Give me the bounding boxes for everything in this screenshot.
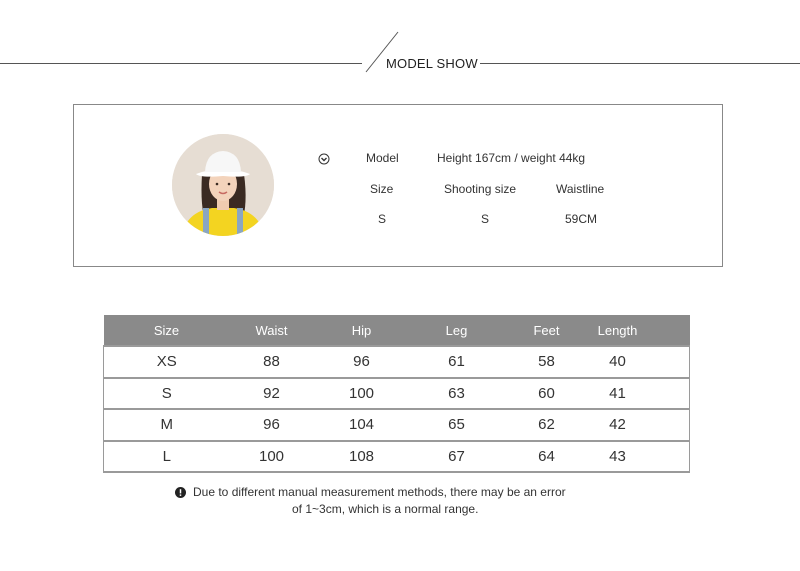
- cell-spacer: [645, 345, 690, 378]
- cell-waist: 88: [229, 345, 314, 378]
- column-header-length: Length: [589, 315, 646, 346]
- model-measurements: Height 167cm / weight 44kg: [437, 151, 586, 165]
- cell-waist: 100: [229, 439, 314, 473]
- cell-feet: 60: [503, 376, 590, 409]
- column-header-hip: Hip: [313, 315, 410, 346]
- cell-leg: 61: [409, 345, 504, 378]
- size-chart-table: Size Waist Hip Leg Feet Length XS 88 96 …: [103, 315, 690, 473]
- table-row: XS 88 96 61 58 40: [103, 345, 690, 378]
- cell-length: 43: [589, 439, 646, 473]
- column-header-spacer: [645, 315, 690, 346]
- cell-hip: 96: [313, 345, 410, 378]
- table-header-row: Size Waist Hip Leg Feet Length: [103, 315, 690, 346]
- cell-spacer: [645, 376, 690, 409]
- cell-waist: 92: [229, 376, 314, 409]
- waistline-value: 59CM: [565, 212, 598, 226]
- cell-hip: 108: [313, 439, 410, 473]
- measurement-note-line1: Due to different manual measurement meth…: [193, 485, 566, 499]
- header-divider-left: [0, 63, 362, 64]
- table-row: M 96 104 65 62 42: [103, 408, 690, 441]
- cell-size: XS: [103, 345, 230, 378]
- column-header-leg: Leg: [409, 315, 504, 346]
- size-value: S: [378, 212, 387, 226]
- cell-leg: 63: [409, 376, 504, 409]
- model-label: Model: [366, 151, 399, 165]
- cell-length: 40: [589, 345, 646, 378]
- cell-length: 41: [589, 376, 646, 409]
- size-header: Size: [370, 182, 394, 196]
- model-info-panel: Model Height 167cm / weight 44kg Size Sh…: [73, 104, 723, 267]
- shooting-size-value: S: [481, 212, 490, 226]
- exclamation-circle-icon: [175, 487, 186, 498]
- cell-leg: 67: [409, 439, 504, 473]
- model-avatar: [172, 134, 274, 236]
- cell-size: S: [103, 376, 230, 409]
- cell-feet: 58: [503, 345, 590, 378]
- cell-hip: 104: [313, 408, 410, 441]
- cell-waist: 96: [229, 408, 314, 441]
- measurement-note-line2: of 1~3cm, which is a normal range.: [292, 502, 479, 516]
- cell-feet: 64: [503, 439, 590, 473]
- table-row: L 100 108 67 64 43: [103, 439, 690, 473]
- cell-length: 42: [589, 408, 646, 441]
- column-header-waist: Waist: [229, 315, 314, 346]
- cell-spacer: [645, 408, 690, 441]
- cell-leg: 65: [409, 408, 504, 441]
- cell-size: L: [103, 439, 230, 473]
- waistline-header: Waistline: [556, 182, 605, 196]
- header-divider-right: [480, 63, 800, 64]
- table-row: S 92 100 63 60 41: [103, 376, 690, 409]
- section-title: MODEL SHOW: [386, 56, 478, 71]
- cell-hip: 100: [313, 376, 410, 409]
- chevron-down-circle-icon: [318, 153, 330, 165]
- cell-spacer: [645, 439, 690, 473]
- column-header-size: Size: [103, 315, 230, 346]
- cell-feet: 62: [503, 408, 590, 441]
- shooting-size-header: Shooting size: [444, 182, 517, 196]
- cell-size: M: [103, 408, 230, 441]
- column-header-feet: Feet: [503, 315, 590, 346]
